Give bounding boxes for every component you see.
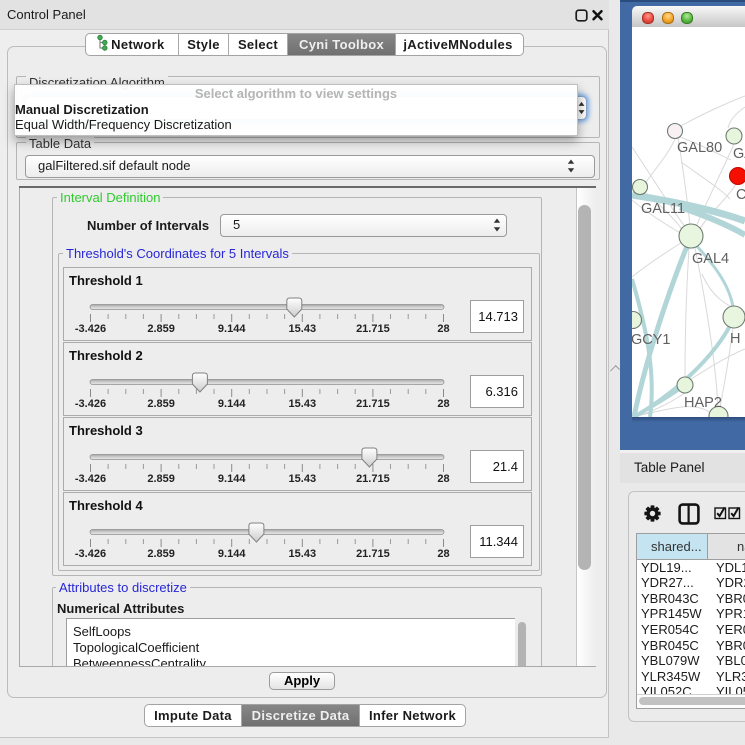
svg-text:21.715: 21.715 <box>356 323 390 335</box>
svg-text:21.715: 21.715 <box>356 473 390 485</box>
svg-text:Threshold 1: Threshold 1 <box>69 273 143 288</box>
svg-text:GAL11: GAL11 <box>641 201 685 217</box>
svg-text:2.859: 2.859 <box>147 323 175 335</box>
svg-text:Threshold 3: Threshold 3 <box>69 423 143 438</box>
svg-text:2.859: 2.859 <box>147 398 175 410</box>
svg-text:Threshold 4: Threshold 4 <box>69 498 143 513</box>
svg-text:H: H <box>730 331 740 347</box>
svg-text:21.715: 21.715 <box>356 398 390 410</box>
svg-text:C: C <box>736 187 745 203</box>
svg-text:15.43: 15.43 <box>289 473 317 485</box>
svg-text:15.43: 15.43 <box>289 398 317 410</box>
svg-text:HAP2: HAP2 <box>684 395 722 411</box>
svg-text:28: 28 <box>437 473 449 485</box>
svg-text:21.715: 21.715 <box>356 548 390 560</box>
svg-text:9.144: 9.144 <box>218 548 246 560</box>
svg-text:2.859: 2.859 <box>147 473 175 485</box>
svg-text:GCY1: GCY1 <box>632 332 671 348</box>
svg-text:-3.426: -3.426 <box>75 398 106 410</box>
svg-text:2.859: 2.859 <box>147 548 175 560</box>
svg-text:GAL4: GAL4 <box>692 251 729 267</box>
svg-text:9.144: 9.144 <box>218 398 246 410</box>
svg-text:9.144: 9.144 <box>218 323 246 335</box>
svg-text:15.43: 15.43 <box>289 323 317 335</box>
svg-text:-3.426: -3.426 <box>75 473 106 485</box>
svg-text:GA: GA <box>733 146 745 162</box>
svg-text:15.43: 15.43 <box>289 548 317 560</box>
svg-text:-3.426: -3.426 <box>75 323 106 335</box>
svg-text:Threshold 2: Threshold 2 <box>69 348 143 363</box>
svg-text:9.144: 9.144 <box>218 473 246 485</box>
svg-text:GAL80: GAL80 <box>677 140 722 156</box>
svg-text:28: 28 <box>437 548 449 560</box>
svg-text:28: 28 <box>437 398 449 410</box>
svg-text:-3.426: -3.426 <box>75 548 106 560</box>
svg-text:28: 28 <box>437 323 449 335</box>
